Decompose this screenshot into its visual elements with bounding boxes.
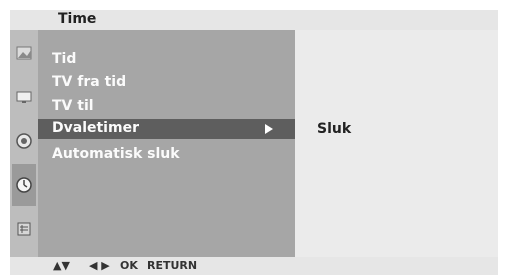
setup-icon[interactable] bbox=[12, 208, 36, 250]
menu-item-tv-fra-tid[interactable]: TV fra tid bbox=[52, 74, 126, 90]
menu-item-tv-til[interactable]: TV til bbox=[52, 98, 94, 114]
menu-item-automatisk-sluk[interactable]: Automatisk sluk bbox=[52, 146, 180, 162]
menu-item-dvaletimer[interactable]: Dvaletimer bbox=[38, 119, 295, 139]
up-down-arrows-icon: ▲▼ bbox=[53, 259, 70, 272]
audio-icon[interactable] bbox=[12, 120, 36, 162]
menu-list-panel: Tid TV fra tid TV til Dvaletimer Automat… bbox=[38, 30, 295, 257]
picture-icon[interactable] bbox=[12, 32, 36, 74]
selected-value[interactable]: Sluk bbox=[317, 121, 351, 137]
menu-title: Time bbox=[58, 11, 97, 27]
menu-item-label: Dvaletimer bbox=[52, 120, 139, 136]
clock-icon[interactable] bbox=[12, 164, 36, 206]
arrow-right-icon bbox=[265, 124, 273, 134]
category-icon-column bbox=[10, 30, 38, 257]
value-panel: Sluk bbox=[295, 30, 498, 257]
left-right-arrows-icon: ◀ ▶ bbox=[89, 259, 110, 272]
return-hint: RETURN bbox=[147, 259, 198, 272]
title-bar: Time bbox=[10, 10, 498, 30]
screen-icon[interactable] bbox=[12, 76, 36, 118]
menu-item-tid[interactable]: Tid bbox=[52, 51, 76, 67]
footer-hint-bar: ▲▼ ◀ ▶ OK RETURN bbox=[10, 257, 498, 275]
ok-hint: OK bbox=[120, 259, 138, 272]
